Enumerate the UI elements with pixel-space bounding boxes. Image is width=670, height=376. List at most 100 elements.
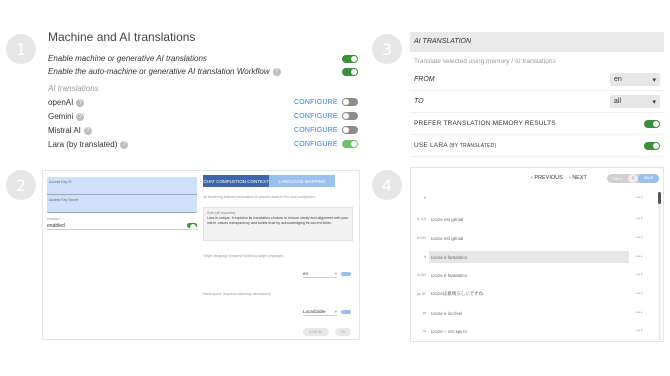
translation-text[interactable]: Iocize est génial: [429, 232, 629, 244]
ok-button[interactable]: OK: [335, 328, 351, 336]
from-row: FROM en ▾: [410, 69, 664, 91]
tab-chat-completion-context[interactable]: CHAT COMPLETION CONTEXT: [203, 175, 269, 187]
more-icon[interactable]: •••: [629, 328, 643, 334]
next-button[interactable]: › NEXT: [569, 175, 587, 181]
translation-text[interactable]: Iocize est génial: [429, 213, 629, 225]
provider-name: openAI: [48, 97, 74, 107]
translation-row[interactable]: fr-CA Iocize est génial •••: [411, 213, 657, 225]
access-key-id-field[interactable]: Access Key ID: [47, 177, 197, 195]
more-icon[interactable]: •••: [629, 272, 643, 278]
enabled-value: enabled: [47, 222, 65, 229]
cancel-button[interactable]: CANCEL: [303, 328, 329, 336]
lara-toggle[interactable]: [342, 140, 358, 148]
lara-config-dialog: Access Key ID Access Key Secret enabled …: [42, 170, 360, 340]
enable-machine-toggle[interactable]: [342, 54, 358, 63]
more-icon[interactable]: •••: [629, 310, 643, 316]
gemini-toggle[interactable]: [342, 112, 358, 120]
configure-openai-link[interactable]: CONFIGURE: [294, 99, 338, 106]
previous-label: PREVIOUS: [534, 175, 563, 181]
namespace-select[interactable]: Localizable ▾: [303, 309, 337, 316]
enable-auto-label: Enable the auto-machine or generative AI…: [48, 67, 270, 76]
machine-ai-settings-panel: Machine and AI translations Enable machi…: [48, 30, 358, 151]
access-key-id-label: Access Key ID: [49, 180, 72, 184]
more-icon[interactable]: •••: [629, 254, 643, 260]
from-select[interactable]: en ▾: [610, 73, 660, 86]
translation-text[interactable]: Iocize è fantastico: [429, 251, 629, 263]
undo-save-control: UNDO 1 SAVE: [607, 174, 659, 183]
configure-lara-link[interactable]: CONFIGURE: [294, 141, 338, 148]
translation-row[interactable]: fr •••: [411, 192, 657, 204]
target-language-value: en: [303, 271, 309, 276]
step-4-badge: 4: [372, 170, 402, 200]
to-select[interactable]: all ▾: [610, 95, 660, 108]
locale-code: ja-JP: [417, 292, 426, 296]
translation-text[interactable]: Iocize – это круто: [429, 325, 629, 337]
target-language-select[interactable]: en ▾: [303, 271, 337, 278]
enabled-select[interactable]: enabled: [47, 222, 197, 230]
translation-row[interactable]: ru Iocize – это круто •••: [411, 325, 657, 337]
to-label: TO: [414, 98, 424, 105]
help-icon[interactable]: ?: [120, 140, 129, 149]
scrollbar[interactable]: [658, 192, 661, 340]
translation-row[interactable]: ja-JP Iocizeは素晴らしいですね •••: [411, 288, 657, 300]
translation-text[interactable]: Iocize è fantastico: [429, 269, 629, 281]
step-1-badge: 1: [6, 34, 36, 64]
prefer-memory-row: PREFER TRANSLATION MEMORY RESULTS: [410, 113, 664, 135]
access-key-secret-field[interactable]: Access Key Secret: [47, 195, 197, 213]
more-icon[interactable]: •••: [629, 195, 643, 201]
provider-name: Mistral AI: [48, 125, 81, 135]
help-icon[interactable]: ?: [76, 112, 85, 121]
change-count-badge: 1: [628, 174, 638, 183]
pager: ‹ PREVIOUS › NEXT: [531, 175, 587, 181]
provider-row-gemini: Gemini? CONFIGURE: [48, 109, 358, 123]
more-icon[interactable]: •••: [629, 235, 643, 241]
ai-translation-header: AI TRANSLATION: [410, 32, 664, 52]
help-icon[interactable]: ?: [76, 98, 85, 107]
more-icon[interactable]: •••: [629, 291, 643, 297]
translation-text[interactable]: [429, 192, 629, 204]
save-button[interactable]: SAVE: [638, 174, 659, 183]
enable-auto-row: Enable the auto-machine or generative AI…: [48, 65, 358, 78]
configure-mistral-link[interactable]: CONFIGURE: [294, 127, 338, 134]
translation-row[interactable]: fr-CH Iocize est génial •••: [411, 232, 657, 244]
enabled-toggle[interactable]: [187, 223, 197, 230]
more-icon[interactable]: •••: [629, 216, 643, 222]
undo-button[interactable]: UNDO: [607, 177, 628, 181]
help-icon[interactable]: ?: [83, 126, 92, 135]
from-label: FROM: [414, 76, 435, 83]
openai-toggle[interactable]: [342, 98, 358, 106]
translation-text[interactable]: Iocize é incrível: [429, 307, 629, 319]
context-hint: All rendering indexes information to pas…: [203, 195, 316, 199]
use-lara-toggle[interactable]: [644, 141, 660, 150]
translation-text[interactable]: Iocizeは素晴らしいですね: [429, 288, 629, 300]
provider-row-mistral: Mistral AI? CONFIGURE: [48, 123, 358, 137]
previous-button[interactable]: ‹ PREVIOUS: [531, 175, 563, 181]
locale-code: it: [424, 255, 426, 259]
locale-code: fr-CH: [416, 236, 426, 240]
translation-row[interactable]: it Iocize è fantastico •••: [411, 251, 657, 263]
ai-translations-heading: AI translations: [48, 84, 99, 93]
prefer-memory-toggle[interactable]: [644, 119, 660, 128]
chevron-right-icon: ›: [568, 175, 571, 181]
provider-name: Gemini: [48, 111, 74, 121]
tab-language-mapping[interactable]: LANGUAGE MAPPING: [269, 175, 335, 187]
target-language-pill[interactable]: [341, 272, 351, 276]
panel-title: Machine and AI translations: [48, 30, 196, 44]
role-prompt-textarea[interactable]: Role (all requests) Lara is unique. It e…: [203, 207, 353, 241]
scrollbar-thumb[interactable]: [658, 192, 661, 204]
translation-row[interactable]: it-CH Iocize è fantastico •••: [411, 269, 657, 281]
help-icon[interactable]: ?: [272, 68, 281, 76]
role-prompt-text: Lara is unique. It explains its translat…: [207, 216, 349, 225]
chevron-down-icon: ▾: [334, 271, 337, 276]
translations-list-panel: ‹ PREVIOUS › NEXT UNDO 1 SAVE fr ••• fr-…: [410, 167, 664, 342]
ai-translation-subtitle: Translate selected using memory / AI tra…: [414, 58, 556, 65]
prefer-memory-label: PREFER TRANSLATION MEMORY RESULTS: [414, 120, 556, 127]
enable-auto-toggle[interactable]: [342, 67, 358, 76]
namespace-pill[interactable]: [341, 310, 351, 314]
enable-machine-label: Enable machine or generative AI translat…: [48, 54, 207, 63]
configure-gemini-link[interactable]: CONFIGURE: [294, 113, 338, 120]
provider-name: Lara (by translated): [48, 139, 118, 149]
mistral-toggle[interactable]: [342, 126, 358, 134]
translation-row[interactable]: pt Iocize é incrível •••: [411, 307, 657, 319]
use-lara-label: USE LARA: [414, 142, 448, 149]
